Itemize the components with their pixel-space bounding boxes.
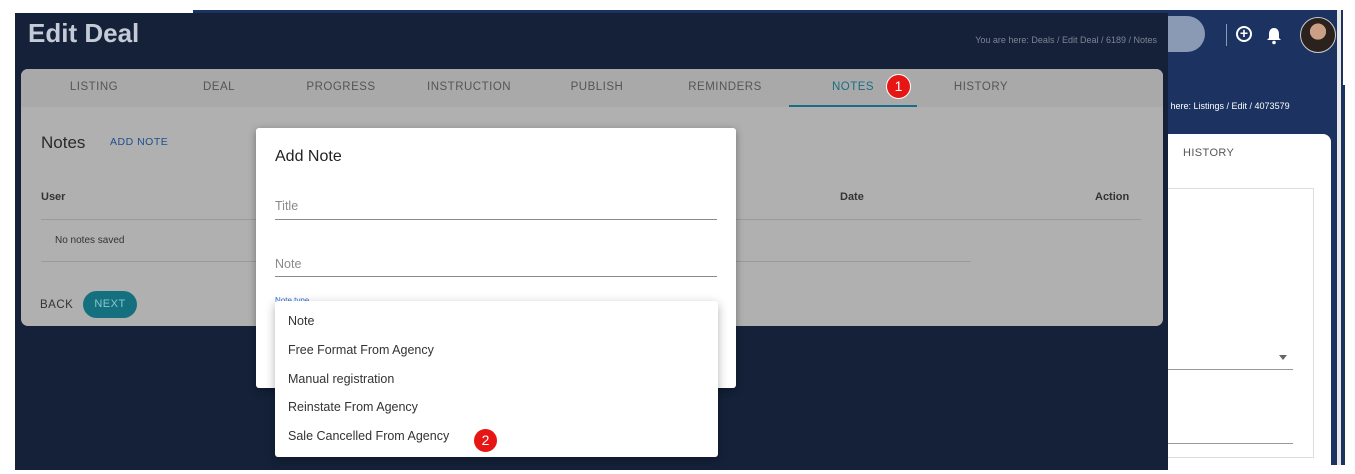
- column-header-date: Date: [840, 191, 864, 203]
- section-title: Notes: [41, 133, 86, 152]
- page-title: Edit Deal: [28, 18, 140, 48]
- option-sale-cancelled-from-agency[interactable]: Sale Cancelled From Agency: [288, 429, 449, 443]
- bell-icon[interactable]: [1265, 26, 1283, 46]
- dialog-title: Add Note: [275, 148, 342, 165]
- tab-deal[interactable]: DEAL: [189, 81, 249, 93]
- title-field[interactable]: Title: [275, 199, 298, 213]
- tab-notes[interactable]: NOTES: [821, 81, 885, 93]
- caret-down-icon[interactable]: [1279, 355, 1287, 360]
- back-button[interactable]: BACK: [40, 299, 73, 311]
- background-breadcrumb: re here: Listings / Edit / 4073579: [1160, 101, 1290, 111]
- option-manual-registration[interactable]: Manual registration: [288, 372, 394, 386]
- tab-history-background[interactable]: HISTORY: [1183, 147, 1234, 159]
- next-button[interactable]: NEXT: [83, 291, 137, 318]
- step-badge-2: 2: [473, 428, 498, 453]
- add-circle-icon[interactable]: +: [1236, 26, 1252, 42]
- step-badge-1: 1: [886, 74, 911, 99]
- window-shadow: [1337, 10, 1341, 465]
- tab-history[interactable]: HISTORY: [949, 81, 1013, 93]
- avatar[interactable]: [1300, 17, 1336, 53]
- tab-listing[interactable]: LISTING: [64, 81, 124, 93]
- tab-progress[interactable]: PROGRESS: [306, 81, 376, 93]
- header-divider: [1226, 24, 1227, 46]
- option-note[interactable]: Note: [288, 314, 314, 328]
- empty-state-message: No notes saved: [55, 235, 125, 246]
- tab-reminders[interactable]: REMINDERS: [687, 81, 763, 93]
- background-select[interactable]: [1160, 369, 1293, 370]
- breadcrumb: You are here: Deals / Edit Deal / 6189 /…: [975, 35, 1157, 45]
- column-header-user: User: [41, 191, 66, 203]
- active-tab-indicator: [789, 105, 917, 107]
- note-field-underline: [275, 276, 717, 277]
- background-field[interactable]: [1160, 443, 1293, 444]
- option-free-format-from-agency[interactable]: Free Format From Agency: [288, 343, 434, 357]
- option-reinstate-from-agency[interactable]: Reinstate From Agency: [288, 400, 418, 414]
- background-form-box: [1160, 188, 1314, 458]
- title-field-underline: [275, 219, 717, 220]
- note-field[interactable]: Note: [275, 257, 301, 271]
- tab-bar: LISTING DEAL PROGRESS INSTRUCTION PUBLIS…: [21, 69, 1163, 107]
- tab-publish[interactable]: PUBLISH: [566, 81, 628, 93]
- tab-instruction[interactable]: INSTRUCTION: [427, 81, 511, 93]
- add-note-button[interactable]: ADD NOTE: [110, 136, 168, 148]
- column-header-action: Action: [1095, 191, 1130, 203]
